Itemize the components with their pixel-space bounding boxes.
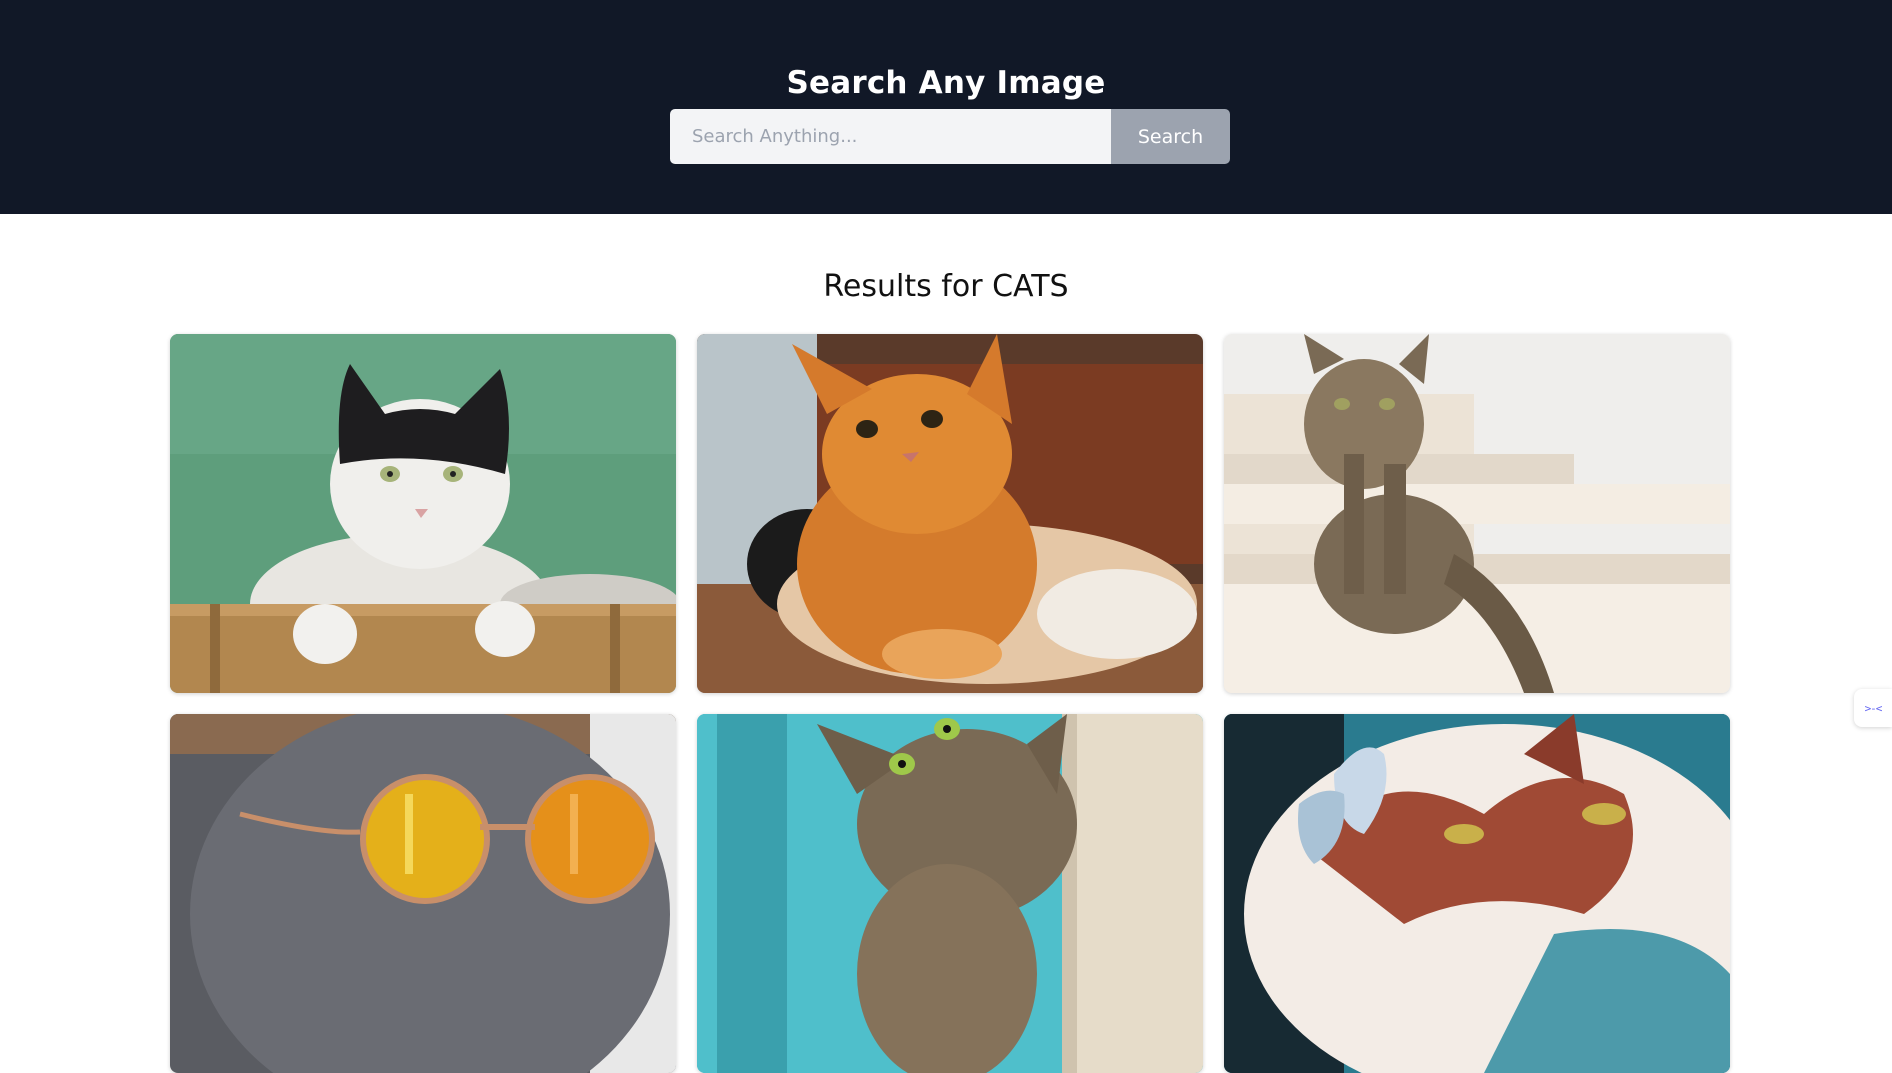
cat-image xyxy=(170,334,676,693)
collapse-icon: >-< xyxy=(1864,701,1883,715)
image-card[interactable] xyxy=(697,714,1203,1073)
cat-image xyxy=(697,714,1203,1073)
image-card[interactable] xyxy=(1224,714,1730,1073)
results-title: Results for CATS xyxy=(823,268,1069,304)
cat-image xyxy=(1224,334,1730,693)
image-grid xyxy=(170,334,1730,1073)
image-card[interactable] xyxy=(1224,334,1730,693)
image-card[interactable] xyxy=(170,714,676,1073)
search-form: Search xyxy=(670,109,1230,164)
cat-image xyxy=(170,714,676,1073)
image-card[interactable] xyxy=(697,334,1203,693)
search-input[interactable] xyxy=(670,109,1111,164)
side-collapse-widget[interactable]: >-< xyxy=(1854,689,1892,727)
image-card[interactable] xyxy=(170,334,676,693)
cat-image xyxy=(1224,714,1730,1073)
header: Search Any Image Search xyxy=(0,0,1892,214)
search-button[interactable]: Search xyxy=(1111,109,1230,164)
cat-image xyxy=(697,334,1203,693)
page-title: Search Any Image xyxy=(786,64,1106,101)
